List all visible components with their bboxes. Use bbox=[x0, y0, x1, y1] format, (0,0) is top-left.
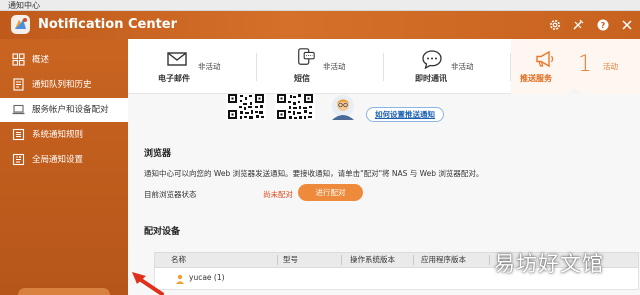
tab-separator bbox=[256, 53, 257, 81]
app-title: Notification Center bbox=[38, 17, 178, 32]
sidebar-item-pairing[interactable]: 服务帐户和设备配对 bbox=[0, 98, 128, 122]
browser-state-label: 目前浏览器状态 bbox=[144, 190, 197, 199]
app-header: Notification Center ? bbox=[0, 11, 640, 39]
tab-label: 电子邮件 bbox=[158, 74, 190, 83]
tab-label: 短信 bbox=[294, 74, 310, 83]
column-header-app-version[interactable]: 应用程序版本 bbox=[421, 253, 466, 267]
sidebar: 概述 通知队列和历史 服务帐户和设备配对 系统通知规则 全局通知设置 bbox=[0, 39, 128, 295]
tab-sms[interactable]: 非活动 短信 bbox=[291, 39, 381, 94]
tab-status: 活动 bbox=[603, 62, 618, 71]
close-icon[interactable] bbox=[620, 18, 634, 32]
sidebar-bottom-button[interactable] bbox=[18, 288, 110, 295]
column-header-model[interactable]: 型号 bbox=[283, 253, 298, 267]
mascot-icon bbox=[332, 95, 354, 120]
tab-status: 非活动 bbox=[323, 62, 346, 71]
column-divider bbox=[277, 255, 278, 265]
browser-description: 通知中心可以向您的 Web 浏览器发送通知。要接收通知，请单击"配对"将 NAS… bbox=[144, 169, 484, 178]
svg-text:?: ? bbox=[601, 21, 606, 30]
paired-devices-title: 配对设备 bbox=[144, 227, 181, 237]
tab-label: 即时通讯 bbox=[415, 74, 447, 83]
rules-icon bbox=[12, 128, 25, 141]
gear-icon[interactable] bbox=[548, 18, 562, 32]
tab-separator bbox=[383, 53, 384, 81]
device-group-label: yucae (1) bbox=[189, 273, 225, 282]
chat-icon bbox=[422, 50, 442, 69]
sidebar-item-rules[interactable]: 系统通知规则 bbox=[0, 123, 128, 147]
sidebar-item-label: 全局通知设置 bbox=[32, 155, 84, 165]
user-icon bbox=[176, 274, 184, 284]
history-icon bbox=[13, 78, 24, 91]
tab-status: 非活动 bbox=[451, 62, 474, 71]
browser-state-value: 尚未配对 bbox=[263, 190, 293, 199]
column-divider bbox=[341, 255, 342, 265]
pair-button[interactable]: 进行配对 bbox=[298, 184, 363, 201]
window-titlebar: 通知中心 bbox=[0, 0, 640, 11]
tab-active-count: 1 bbox=[578, 52, 592, 77]
channel-tabs: 非活动 电子邮件 非活动 短信 非活动 即时通讯 推送服务 1 活动 bbox=[128, 39, 640, 94]
help-icon[interactable]: ? bbox=[596, 18, 610, 32]
column-divider bbox=[413, 255, 414, 265]
sidebar-item-overview[interactable]: 概述 bbox=[0, 48, 128, 72]
tab-status: 非活动 bbox=[198, 62, 221, 71]
sidebar-item-label: 通知队列和历史 bbox=[32, 80, 92, 90]
sms-icon bbox=[298, 48, 315, 65]
tab-email[interactable]: 非活动 电子邮件 bbox=[156, 39, 256, 94]
watermark-text: 易坊好文馆 bbox=[494, 252, 604, 276]
column-header-os-version[interactable]: 操作系统版本 bbox=[350, 253, 395, 267]
app-logo-icon bbox=[11, 15, 30, 34]
sidebar-item-label: 服务帐户和设备配对 bbox=[32, 105, 109, 115]
mail-icon bbox=[167, 52, 187, 66]
push-setup-link[interactable]: 如何设置推送通知 bbox=[366, 107, 444, 122]
tab-label: 推送服务 bbox=[520, 74, 552, 83]
column-header-name[interactable]: 名称 bbox=[171, 253, 186, 267]
tab-im[interactable]: 非活动 即时通讯 bbox=[413, 39, 503, 94]
laptop-icon bbox=[12, 104, 25, 115]
window-title: 通知中心 bbox=[8, 1, 40, 10]
tools-icon[interactable] bbox=[571, 18, 585, 32]
tab-push[interactable]: 推送服务 1 活动 bbox=[511, 39, 640, 94]
sidebar-item-history[interactable]: 通知队列和历史 bbox=[0, 73, 128, 97]
qr-code-icon bbox=[275, 94, 315, 120]
sidebar-item-settings[interactable]: 全局通知设置 bbox=[0, 148, 128, 172]
browser-section-title: 浏览器 bbox=[144, 149, 172, 159]
sidebar-item-label: 系统通知规则 bbox=[32, 130, 84, 140]
qr-code-icon bbox=[226, 94, 266, 120]
sidebar-item-label: 概述 bbox=[32, 55, 50, 65]
megaphone-icon bbox=[536, 50, 554, 68]
settings-icon bbox=[12, 153, 25, 166]
annotation-arrow-icon bbox=[132, 272, 164, 295]
overview-icon bbox=[12, 53, 25, 66]
column-divider bbox=[489, 255, 490, 265]
